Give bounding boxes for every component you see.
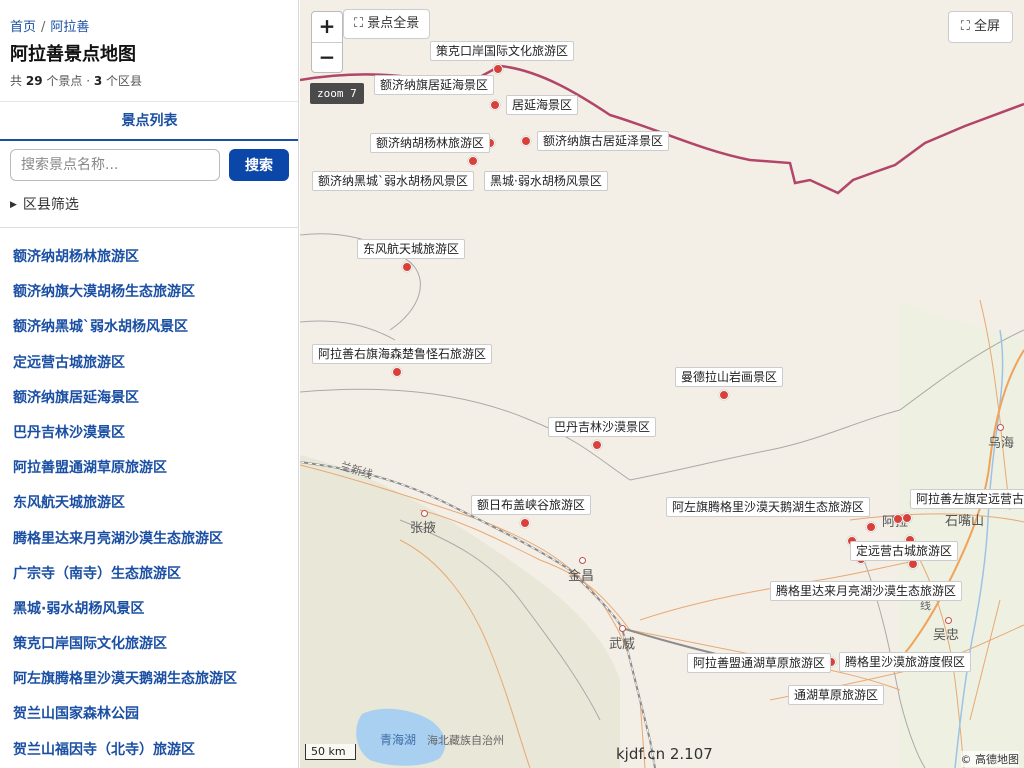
poi-label[interactable]: 居延海景区 [506,95,579,115]
poi-label[interactable]: 通湖草原旅游区 [788,685,885,705]
search-button[interactable]: 搜索 [229,149,289,181]
city-marker [578,556,586,564]
fullscreen-button[interactable]: ⛶ 全屏 [947,11,1013,43]
poi-label[interactable]: 额济纳黑城`弱水胡杨风景区 [312,171,475,191]
zoom-level-badge: zoom 7 [310,83,364,104]
poi-label[interactable]: 额济纳旗居延海景区 [374,75,495,95]
overview-label: 景点全景 [367,16,420,31]
page-title: 阿拉善景点地图 [10,44,136,65]
spot-list-item[interactable]: 额济纳旗大漠胡杨生态旅游区 [0,275,298,310]
district-count: 3 [93,74,103,88]
poi-label[interactable]: 阿拉善右旗海森楚鲁怪石旅游区 [312,344,493,364]
poi-label[interactable]: 腾格里沙漠旅游度假区 [839,652,972,672]
poi-marker[interactable] [902,513,912,523]
zoom-out-button[interactable]: − [312,43,342,72]
spot-list-item[interactable]: 额济纳胡杨林旅游区 [0,240,298,275]
city-marker [996,423,1004,431]
poi-label[interactable]: 额日布盖峡谷旅游区 [471,495,592,515]
sidebar: 首页 / 阿拉善 阿拉善景点地图 共 29 个景点 · 3 个区县 景点列表 搜索 … [0,0,299,768]
city-marker [420,509,428,517]
city-marker [944,616,952,624]
spot-list-item[interactable]: 巴丹吉林沙漠景区 [0,416,298,451]
poi-label[interactable]: 阿左旗腾格里沙漠天鹅湖生态旅游区 [666,497,871,517]
poi-label[interactable]: 黑城·弱水胡杨风景区 [484,171,608,191]
summary-prefix: 共 [10,74,23,88]
zoom-in-button[interactable]: + [312,12,342,43]
expand-icon: ⛶ [354,16,364,31]
divider [0,227,298,228]
zoom-control: + − [311,11,343,73]
spot-list-item[interactable]: 定远营古城旅游区 [0,346,298,381]
lake-label: 青海湖 [380,733,417,747]
poi-marker[interactable] [521,136,531,146]
spot-list-item[interactable]: 阿拉善盟通湖草原旅游区 [0,451,298,486]
spot-list-item[interactable]: 贺兰山福因寺（北寺）旅游区 [0,733,298,768]
poi-marker[interactable] [520,518,530,528]
poi-marker[interactable] [719,390,729,400]
poi-label[interactable]: 阿拉善左旗定远营古 [910,489,1024,509]
poi-marker[interactable] [402,262,412,272]
breadcrumb-separator: / [41,20,46,35]
breadcrumb: 首页 / 阿拉善 [10,16,89,35]
city-label: 张掖 [410,521,437,536]
city-label: 吴忠 [933,628,960,643]
city-label: 金昌 [568,569,595,584]
spot-list-item[interactable]: 策克口岸国际文化旅游区 [0,627,298,662]
poi-marker[interactable] [490,100,500,110]
poi-marker[interactable] [468,156,478,166]
breadcrumb-home-link[interactable]: 首页 [10,20,36,35]
spot-list-item[interactable]: 额济纳旗居延海景区 [0,381,298,416]
spot-list-item[interactable]: 腾格里达来月亮湖沙漠生态旅游区 [0,522,298,557]
app-root: 首页 / 阿拉善 阿拉善景点地图 共 29 个景点 · 3 个区县 景点列表 搜索 … [0,0,1024,768]
poi-label[interactable]: 额济纳胡杨林旅游区 [370,133,491,153]
city-label: 乌海 [988,436,1015,451]
fullscreen-label: 全屏 [973,19,1000,34]
spot-count: 29 [25,74,43,88]
district-filter-toggle[interactable]: ▶ 区县筛选 [10,194,79,214]
watermark: kjdf.cn 2.107 [616,745,713,763]
poi-label[interactable]: 腾格里达来月亮湖沙漠生态旅游区 [770,581,963,601]
poi-label[interactable]: 额济纳旗古居延泽景区 [537,131,670,151]
spot-list-item[interactable]: 东风航天城旅游区 [0,486,298,521]
poi-label[interactable]: 定远营古城旅游区 [850,541,959,561]
poi-label[interactable]: 巴丹吉林沙漠景区 [548,417,657,437]
city-marker [618,624,626,632]
expand-icon: ⛶ [960,19,970,34]
search-input[interactable] [10,149,220,181]
poi-label[interactable]: 策克口岸国际文化旅游区 [430,41,575,61]
poi-marker[interactable] [493,64,503,74]
tab-spot-list[interactable]: 景点列表 [0,101,298,141]
city-label: 武威 [609,637,636,652]
poi-marker[interactable] [392,367,402,377]
poi-label[interactable]: 阿拉善盟通湖草原旅游区 [687,653,832,673]
poi-marker[interactable] [866,522,876,532]
spot-list-item[interactable]: 阿左旗腾格里沙漠天鹅湖生态旅游区 [0,662,298,697]
district-filter-label: 区县筛选 [22,197,79,213]
spot-unit: 个景点 · [46,74,91,88]
poi-marker[interactable] [592,440,602,450]
district-unit: 个区县 [106,74,143,88]
spot-list-item[interactable]: 贺兰山国家森林公园 [0,697,298,732]
caret-right-icon: ▶ [10,200,17,210]
city-label: 石嘴山 [945,514,985,529]
spot-list-item[interactable]: 额济纳黑城`弱水胡杨风景区 [0,310,298,345]
region-label: 海北藏族自治州 [427,734,504,747]
breadcrumb-current-link[interactable]: 阿拉善 [50,20,89,35]
spot-list-item[interactable]: 广宗寺（南寺）生态旅游区 [0,557,298,592]
map-attribution[interactable]: © 高德地图 [960,751,1019,767]
spot-summary: 共 29 个景点 · 3 个区县 [10,72,142,89]
map-canvas[interactable]: + − ⛶ 景点全景 ⛶ 全屏 zoom 7 张掖 金昌 武威 乌海 石嘴山 吴… [300,0,1024,768]
overview-button[interactable]: ⛶ 景点全景 [343,9,431,39]
scale-bar: 50 km [305,744,356,760]
poi-label[interactable]: 东风航天城旅游区 [357,239,466,259]
spot-list-item[interactable]: 黑城·弱水胡杨风景区 [0,592,298,627]
spot-list: 额济纳胡杨林旅游区 额济纳旗大漠胡杨生态旅游区 额济纳黑城`弱水胡杨风景区 定远… [0,240,298,768]
poi-label[interactable]: 曼德拉山岩画景区 [675,367,784,387]
